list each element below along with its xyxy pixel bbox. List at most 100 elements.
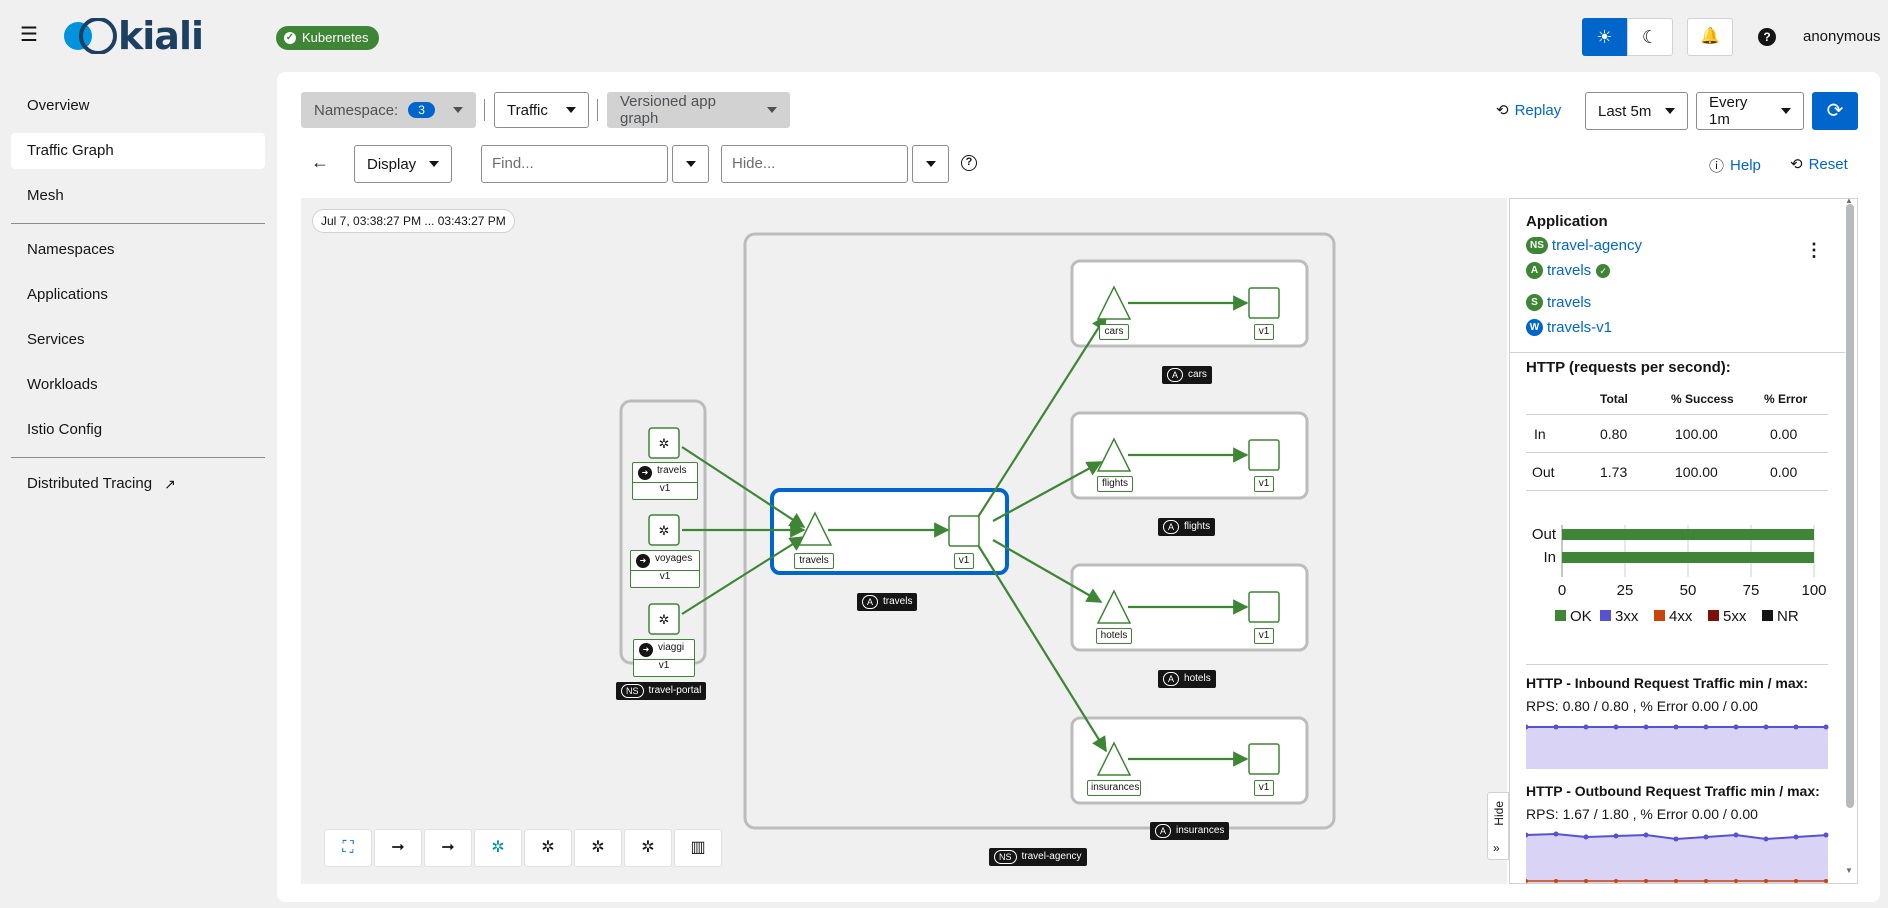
app-badge: A bbox=[862, 595, 879, 609]
legend-label: 5xx bbox=[1723, 608, 1747, 625]
app-name: insurances bbox=[1176, 825, 1225, 836]
namespace-link[interactable]: travel-agency bbox=[1552, 237, 1642, 254]
service-label-insurances[interactable]: insurances bbox=[1087, 780, 1141, 796]
scroll-up-icon[interactable]: ▲ bbox=[1845, 196, 1853, 205]
app-label-insurances[interactable]: Ainsurances bbox=[1150, 822, 1230, 840]
legend-swatch bbox=[1654, 610, 1665, 621]
service-badge: S bbox=[1526, 294, 1543, 311]
arrow-right-circle-icon: ➜ bbox=[639, 643, 653, 657]
version-label[interactable]: v1 bbox=[1254, 476, 1274, 492]
double-chevron-icon: » bbox=[1493, 841, 1500, 855]
namespace-label-travel-portal[interactable]: NS travel-portal bbox=[616, 682, 707, 700]
app-name: cars bbox=[1188, 369, 1207, 380]
node-version: v1 bbox=[631, 570, 699, 582]
legend-map-icon[interactable]: ▥ bbox=[674, 829, 722, 867]
app-badge: A bbox=[1163, 672, 1180, 686]
app-name: travels bbox=[883, 596, 913, 607]
x-tick-label: 75 bbox=[1743, 582, 1760, 599]
layout-3-icon[interactable]: ✲ bbox=[624, 829, 672, 867]
version-label[interactable]: v1 bbox=[1254, 324, 1274, 340]
divider bbox=[1526, 664, 1828, 665]
layout-1-icon[interactable]: ✲ bbox=[524, 829, 572, 867]
table-cell-total: 1.73 bbox=[1600, 464, 1628, 480]
bar-ok bbox=[1562, 529, 1814, 540]
outbound-sparkline bbox=[1526, 831, 1829, 883]
version-label[interactable]: v1 bbox=[954, 553, 974, 569]
portal-node-voyages[interactable]: ✲ bbox=[648, 514, 680, 546]
table-header-total: Total bbox=[1600, 392, 1628, 406]
node-label-travels[interactable]: ➜ travels v1 bbox=[632, 462, 698, 500]
x-tick-label: 25 bbox=[1617, 582, 1634, 599]
service-link[interactable]: travels bbox=[1547, 294, 1591, 311]
bar-ok bbox=[1562, 552, 1814, 563]
table-cell-dir: Out bbox=[1532, 464, 1555, 480]
service-label-cars[interactable]: cars bbox=[1099, 324, 1129, 340]
fullscreen-icon[interactable]: ⛶ bbox=[324, 829, 372, 867]
node-version: v1 bbox=[633, 482, 697, 494]
kebab-menu-icon[interactable]: ⋮ bbox=[1805, 241, 1823, 259]
service-label-hotels[interactable]: hotels bbox=[1096, 628, 1132, 644]
summary-panel: Application NS travel-agency A travels ✓… bbox=[1509, 198, 1858, 884]
version-label[interactable]: v1 bbox=[1254, 780, 1274, 796]
app-badge: A bbox=[1526, 262, 1543, 279]
panel-scrollbar[interactable] bbox=[1846, 204, 1854, 808]
legend-swatch bbox=[1762, 610, 1773, 621]
legend-label: NR bbox=[1777, 608, 1799, 625]
namespace-label-travel-agency[interactable]: NS travel-agency bbox=[989, 848, 1087, 866]
category-label: Out bbox=[1532, 526, 1557, 543]
svg-text:✲: ✲ bbox=[659, 523, 670, 538]
table-cell-dir: In bbox=[1534, 426, 1546, 442]
panel-namespace: NS travel-agency bbox=[1526, 237, 1642, 254]
ns-badge: NS bbox=[621, 684, 644, 698]
app-badge: A bbox=[1163, 520, 1180, 534]
app-badge: A bbox=[1155, 824, 1172, 838]
hide-panel-tab[interactable]: Hide » bbox=[1487, 792, 1509, 860]
node-label-voyages[interactable]: ➜ voyages v1 bbox=[630, 550, 700, 588]
table-header-error: % Error bbox=[1764, 392, 1808, 406]
table-cell-success: 100.00 bbox=[1675, 464, 1718, 480]
scroll-down-icon[interactable]: ▼ bbox=[1845, 866, 1853, 875]
app-label-cars[interactable]: Acars bbox=[1162, 366, 1212, 384]
app-name: hotels bbox=[1184, 673, 1211, 684]
arrow-right-circle-icon: ➜ bbox=[638, 466, 652, 480]
portal-node-travels[interactable]: ✲ bbox=[648, 427, 680, 459]
legend-label: 3xx bbox=[1615, 608, 1639, 625]
node-version: v1 bbox=[634, 659, 694, 671]
app-link[interactable]: travels bbox=[1547, 262, 1591, 279]
service-label-travels[interactable]: travels bbox=[794, 553, 834, 569]
layout-horizontal-icon[interactable]: ➞ bbox=[374, 829, 422, 867]
ns-badge: NS bbox=[994, 850, 1017, 864]
legend-label: OK bbox=[1570, 608, 1592, 625]
app-label-hotels[interactable]: Ahotels bbox=[1158, 670, 1216, 688]
table-cell-error: 0.00 bbox=[1770, 464, 1798, 480]
layout-vertical-icon[interactable]: ➞ bbox=[424, 829, 472, 867]
version-label[interactable]: v1 bbox=[1254, 628, 1274, 644]
node-label-viaggi[interactable]: ➜ viaggi v1 bbox=[633, 639, 695, 677]
table-cell-total: 0.80 bbox=[1600, 426, 1628, 442]
node-app-name: travels bbox=[657, 465, 687, 476]
portal-node-viaggi[interactable]: ✲ bbox=[648, 603, 680, 635]
table-cell-error: 0.00 bbox=[1770, 426, 1798, 442]
panel-app: A travels ✓ bbox=[1526, 262, 1611, 279]
app-label-travels[interactable]: Atravels bbox=[857, 593, 918, 611]
divider bbox=[1526, 452, 1828, 453]
node-app-name: viaggi bbox=[658, 642, 685, 653]
inbound-stats: RPS: 0.80 / 0.80 , % Error 0.00 / 0.00 bbox=[1526, 698, 1758, 714]
inbound-sparkline bbox=[1526, 724, 1829, 769]
legend-swatch bbox=[1708, 610, 1719, 621]
layout-default-icon[interactable]: ✲ bbox=[474, 829, 522, 867]
legend-label: 4xx bbox=[1669, 608, 1693, 625]
svg-text:✲: ✲ bbox=[659, 612, 670, 627]
app-name: flights bbox=[1184, 521, 1211, 532]
x-tick-label: 50 bbox=[1680, 582, 1697, 599]
ns-badge: NS bbox=[1526, 237, 1548, 254]
app-label-flights[interactable]: Aflights bbox=[1158, 518, 1216, 536]
workload-link[interactable]: travels-v1 bbox=[1547, 319, 1612, 336]
panel-title: Application bbox=[1526, 213, 1608, 230]
service-label-flights[interactable]: flights bbox=[1097, 476, 1133, 492]
layout-2-icon[interactable]: ✲ bbox=[574, 829, 622, 867]
hide-label: Hide bbox=[1492, 801, 1506, 826]
http-bar-chart: Out In 0 25 50 75 100 OK 3xx 4xx 5xx NR bbox=[1532, 525, 1827, 625]
divider bbox=[1510, 352, 1845, 353]
inbound-title: HTTP - Inbound Request Traffic min / max… bbox=[1526, 675, 1809, 691]
